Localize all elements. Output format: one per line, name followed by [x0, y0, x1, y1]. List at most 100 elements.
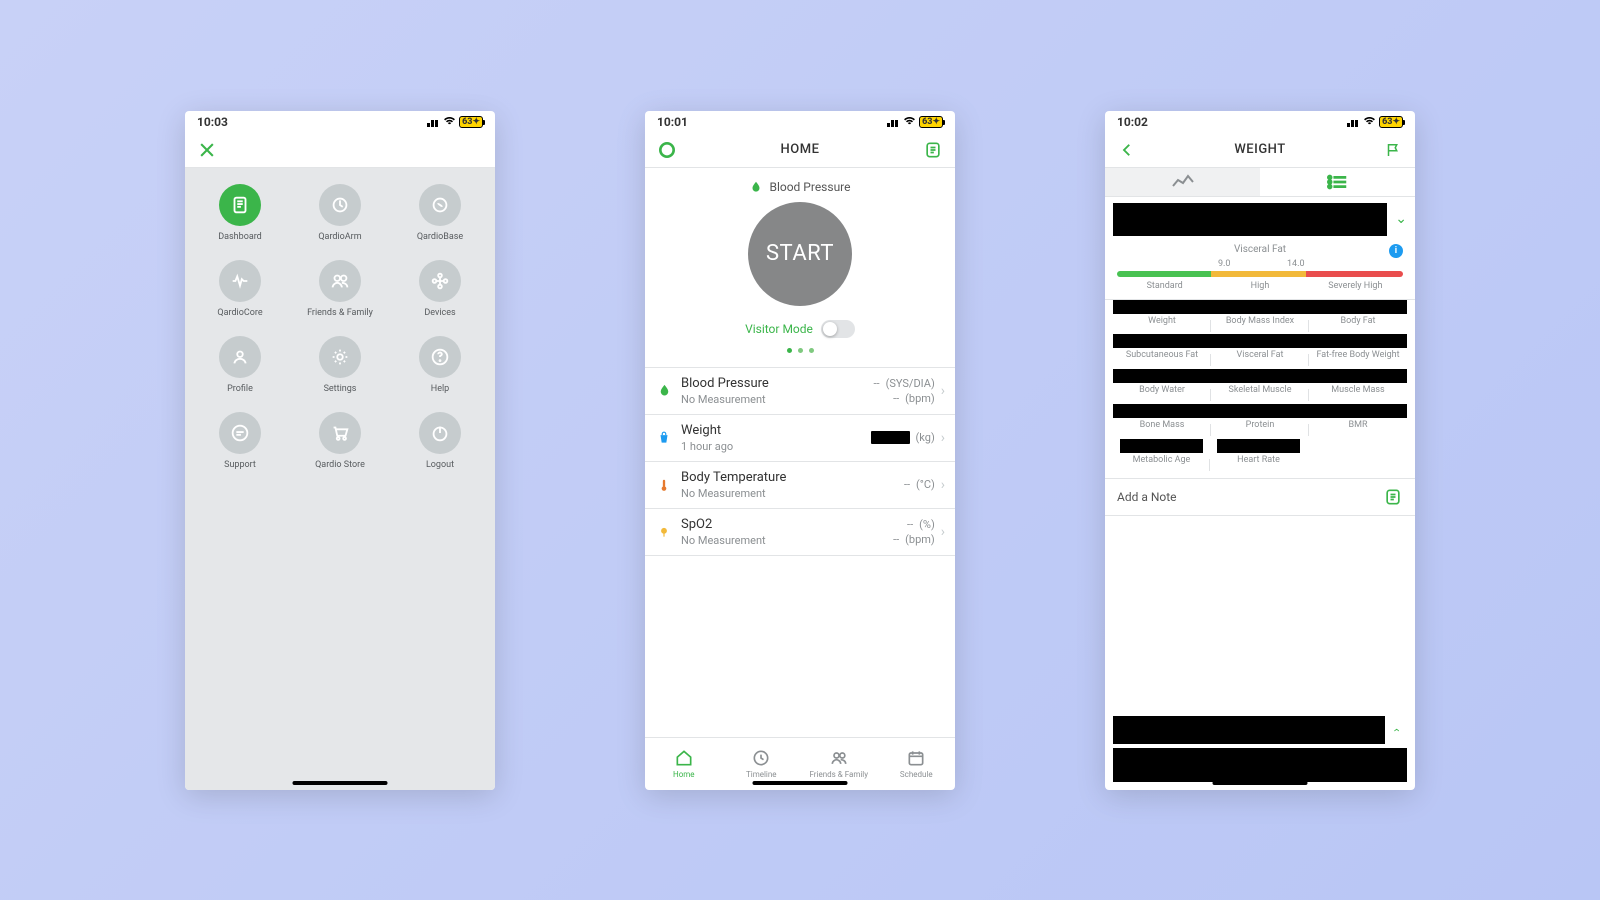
- menu-body: Dashboard QardioArm QardioBase QardioCor…: [185, 168, 495, 790]
- weight-summary-row[interactable]: ⌄: [1113, 203, 1407, 236]
- redacted-value: [1113, 716, 1385, 744]
- menu-item-profile[interactable]: Profile: [219, 336, 261, 394]
- dashboard-icon: [219, 184, 261, 226]
- metric-spo2[interactable]: SpO2No Measurement --(%) --(bpm) ›: [645, 509, 955, 556]
- info-icon[interactable]: i: [1389, 244, 1403, 258]
- home-hero: Blood Pressure START Visitor Mode: [645, 168, 955, 368]
- chevron-right-icon: ›: [941, 477, 945, 493]
- add-note-row[interactable]: Add a Note: [1105, 478, 1415, 516]
- menu-item-qardioarm[interactable]: QardioArm: [318, 184, 361, 242]
- menu-item-friends[interactable]: Friends & Family: [307, 260, 373, 318]
- redacted-value: [1217, 439, 1299, 453]
- redacted-value: [1309, 404, 1407, 418]
- wifi-icon: [903, 115, 916, 128]
- redacted-value: 000: [871, 431, 910, 444]
- stats-row: Weight Body Mass Index Body Fat: [1113, 300, 1407, 327]
- chevron-up-icon: ›: [1389, 719, 1403, 741]
- signal-icon: [887, 117, 900, 127]
- segment-chart[interactable]: [1105, 168, 1260, 196]
- back-icon[interactable]: [1113, 136, 1141, 164]
- metric-body-temp[interactable]: Body TemperatureNo Measurement --(°C) ›: [645, 462, 955, 509]
- visitor-mode-row: Visitor Mode: [745, 320, 855, 338]
- devices-icon: [419, 260, 461, 302]
- brand-icon[interactable]: [653, 136, 681, 164]
- bp-icon: [655, 382, 673, 400]
- redacted-value: [1113, 300, 1211, 314]
- profile-icon: [219, 336, 261, 378]
- redacted-value: [1211, 369, 1309, 383]
- navbar: WEIGHT: [1105, 133, 1415, 168]
- start-button[interactable]: START: [748, 202, 852, 306]
- menu-item-qardiobase[interactable]: QardioBase: [417, 184, 463, 242]
- add-note-label: Add a Note: [1117, 490, 1177, 504]
- clock: 10:01: [657, 115, 688, 129]
- page-title: HOME: [681, 142, 919, 157]
- redacted-value: [1211, 300, 1309, 314]
- redacted-value: [1120, 439, 1202, 453]
- navbar: [185, 133, 495, 168]
- support-icon: [219, 412, 261, 454]
- stats-row: Metabolic Age Heart Rate: [1113, 439, 1407, 466]
- tab-home[interactable]: Home: [645, 738, 723, 790]
- spo2-icon: [655, 523, 673, 541]
- weight-icon: [655, 429, 673, 447]
- stats-row: Body Water Skeletal Muscle Muscle Mass: [1113, 369, 1407, 396]
- notes-icon: [1383, 487, 1403, 507]
- hero-label: Blood Pressure: [749, 180, 850, 194]
- redacted-value: [1113, 404, 1211, 418]
- menu-item-dashboard[interactable]: Dashboard: [218, 184, 262, 242]
- bp-icon: [749, 180, 763, 194]
- wifi-icon: [1363, 115, 1376, 128]
- chevron-right-icon: ›: [941, 430, 945, 446]
- status-indicators: 63✦: [1347, 115, 1403, 128]
- status-bar: 10:01 63✦: [645, 111, 955, 133]
- segmented-control: [1105, 168, 1415, 197]
- close-icon[interactable]: [193, 136, 221, 164]
- battery-icon: 63✦: [1379, 116, 1403, 128]
- menu-item-devices[interactable]: Devices: [419, 260, 461, 318]
- redacted-value: [1211, 404, 1309, 418]
- menu-item-settings[interactable]: Settings: [319, 336, 361, 394]
- segment-list[interactable]: [1260, 168, 1415, 196]
- menu-item-store[interactable]: Qardio Store: [315, 412, 365, 470]
- clock: 10:02: [1117, 115, 1148, 129]
- status-bar: 10:03 63✦: [185, 111, 495, 133]
- metric-blood-pressure[interactable]: Blood PressureNo Measurement --(SYS/DIA)…: [645, 368, 955, 415]
- redacted-value: [1309, 300, 1407, 314]
- status-indicators: 63✦: [427, 115, 483, 128]
- menu-item-support[interactable]: Support: [219, 412, 261, 470]
- phone-menu: 10:03 63✦ Dashboard QardioArm QardioBase: [185, 111, 495, 790]
- stats-row: Subcutaneous Fat Visceral Fat Fat-free B…: [1113, 334, 1407, 361]
- status-indicators: 63✦: [887, 115, 943, 128]
- gear-icon: [319, 336, 361, 378]
- qardiocore-icon: [219, 260, 261, 302]
- visceral-fat-title: Visceral Fat: [1234, 244, 1286, 255]
- chevron-right-icon: ›: [941, 524, 945, 540]
- metric-list: Blood PressureNo Measurement --(SYS/DIA)…: [645, 368, 955, 556]
- flag-icon[interactable]: [1379, 136, 1407, 164]
- status-bar: 10:02 63✦: [1105, 111, 1415, 133]
- home-indicator: [753, 781, 848, 785]
- menu-item-logout[interactable]: Logout: [419, 412, 461, 470]
- visceral-fat-scale: [1117, 271, 1403, 277]
- menu-item-qardiocore[interactable]: QardioCore: [217, 260, 262, 318]
- menu-item-help[interactable]: Help: [419, 336, 461, 394]
- notes-icon[interactable]: [919, 136, 947, 164]
- visitor-mode-toggle[interactable]: [821, 320, 855, 338]
- redacted-value: [1113, 369, 1211, 383]
- tab-schedule[interactable]: Schedule: [878, 738, 956, 790]
- page-dots[interactable]: [787, 348, 814, 353]
- home-indicator: [293, 781, 388, 785]
- redacted-value: [1113, 203, 1387, 236]
- metric-weight[interactable]: Weight1 hour ago 000(kg) ›: [645, 415, 955, 462]
- stats-row: Bone Mass Protein BMR: [1113, 404, 1407, 431]
- history-row[interactable]: ›: [1113, 715, 1407, 745]
- chevron-down-icon: ⌄: [1395, 211, 1407, 227]
- clock-icon: [751, 748, 771, 768]
- friends-icon: [319, 260, 361, 302]
- navbar: HOME: [645, 133, 955, 168]
- clock: 10:03: [197, 115, 228, 129]
- phone-weight: 10:02 63✦ WEIGHT ⌄ Visceral Fat: [1105, 111, 1415, 790]
- wifi-icon: [443, 115, 456, 128]
- calendar-icon: [906, 748, 926, 768]
